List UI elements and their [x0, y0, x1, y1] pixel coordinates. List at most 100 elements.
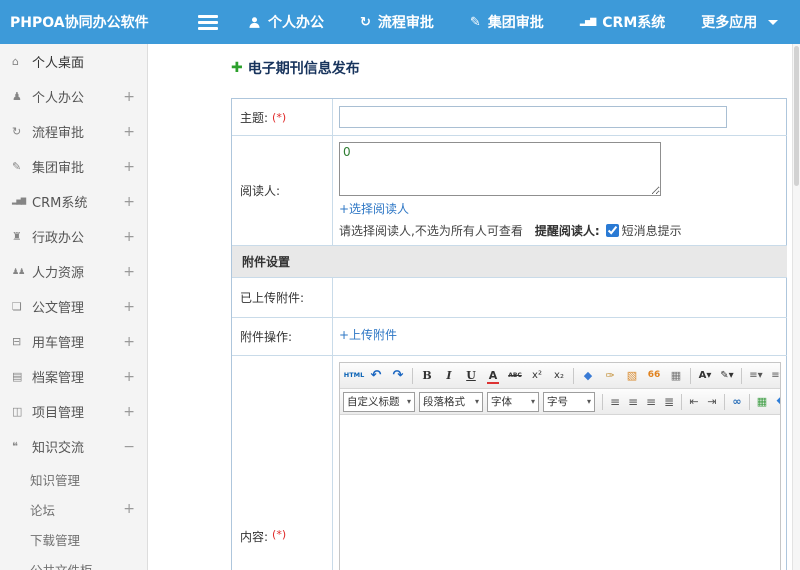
- font-size-select[interactable]: 字号 ▾: [543, 391, 595, 412]
- sidebar-item-public-file-cabinet[interactable]: 公共文件柜: [0, 554, 147, 570]
- flash-icon[interactable]: ◆: [771, 392, 780, 412]
- eraser-icon[interactable]: ◆: [578, 366, 598, 386]
- building-icon: ♜: [12, 230, 22, 243]
- bullet-list-icon[interactable]: ≡▾: [746, 366, 766, 386]
- text-color-dropdown-icon[interactable]: A▾: [695, 366, 715, 386]
- sidebar-item-process-approval[interactable]: ↻ 流程审批 +: [0, 114, 147, 149]
- bold-icon[interactable]: B: [417, 366, 437, 386]
- heading-style-select[interactable]: 自定义标题 ▾: [343, 391, 415, 412]
- outdent-icon[interactable]: ⇤: [685, 392, 703, 412]
- sidebar-item-human-resources[interactable]: ♟♟ 人力资源 +: [0, 254, 147, 289]
- expand-indicator[interactable]: +: [123, 89, 135, 105]
- expand-indicator[interactable]: +: [123, 124, 135, 140]
- readers-label: 阅读人:: [232, 135, 333, 245]
- pen-color-dropdown-icon[interactable]: ✎▾: [717, 366, 737, 386]
- redo-icon[interactable]: ↷: [388, 366, 408, 386]
- topnav-more-apps[interactable]: 更多应用: [701, 12, 779, 32]
- topnav-crm-system[interactable]: ▂▅▇ CRM系统: [580, 12, 665, 32]
- quote-icon[interactable]: 66: [644, 366, 664, 386]
- sidebar-item-knowledge-exchange[interactable]: ❝ 知识交流 −: [0, 429, 147, 464]
- strikethrough-icon[interactable]: ABC: [505, 366, 525, 386]
- chat-icon: ❝: [12, 440, 18, 453]
- align-right-icon[interactable]: ≡: [642, 392, 660, 412]
- expand-indicator[interactable]: +: [123, 159, 135, 175]
- sidebar-item-download-management[interactable]: 下载管理: [0, 524, 147, 554]
- frame-icon[interactable]: ▦: [666, 366, 686, 386]
- required-mark: (*): [272, 528, 287, 541]
- fill-color-icon[interactable]: ▧: [622, 366, 642, 386]
- readers-hint: 请选择阅读人,不选为所有人可查看: [339, 224, 523, 238]
- scrollbar-thumb[interactable]: [794, 46, 799, 186]
- sidebar-item-crm-system[interactable]: ▂▅▇ CRM系统 +: [0, 184, 147, 219]
- toolbar-separator: [690, 367, 691, 384]
- publish-form: 主题: (*) 阅读人: 0 +选择阅读人 请选择阅读人,不选为所有人可查看 提…: [231, 98, 787, 570]
- top-header: PHPOA协同办公软件 个人办公 ↻ 流程审批 ✎ 集团审批 ▂▅▇ CRM系统…: [0, 0, 800, 44]
- topnav-label: CRM系统: [602, 15, 666, 31]
- attachment-section-header: 附件设置: [232, 245, 787, 277]
- chart-icon: ▂▅▇: [579, 17, 597, 26]
- sidebar-item-forum[interactable]: 论坛 +: [0, 494, 147, 524]
- expand-indicator[interactable]: +: [123, 229, 135, 245]
- readers-textarea[interactable]: 0: [339, 142, 661, 196]
- toolbar-separator: [749, 393, 750, 410]
- expand-indicator[interactable]: +: [123, 501, 135, 517]
- sidebar-item-personal-office[interactable]: ♟ 个人办公 +: [0, 79, 147, 114]
- top-navigation: 个人办公 ↻ 流程审批 ✎ 集团审批 ▂▅▇ CRM系统 更多应用: [248, 12, 779, 32]
- document-icon: ❏: [12, 300, 22, 313]
- person-icon: ♟: [12, 90, 22, 103]
- align-left-icon[interactable]: ≡: [606, 392, 624, 412]
- indent-icon[interactable]: ⇥: [703, 392, 721, 412]
- toolbar-separator: [412, 367, 413, 384]
- html-source-icon[interactable]: HTML: [344, 366, 364, 386]
- sidebar: ⌂ 个人桌面 ♟ 个人办公 + ↻ 流程审批 + ✎ 集团审批 + ▂▅▇ CR…: [0, 44, 148, 570]
- underline-icon[interactable]: U: [461, 366, 481, 386]
- upload-attachment-link[interactable]: +上传附件: [339, 326, 397, 343]
- topnav-group-approval[interactable]: ✎ 集团审批: [470, 12, 544, 32]
- sidebar-submenu-knowledge: 知识管理 论坛 + 下载管理 公共文件柜: [0, 464, 147, 570]
- align-justify-icon[interactable]: ≣: [660, 392, 678, 412]
- expand-indicator[interactable]: +: [123, 404, 135, 420]
- italic-icon[interactable]: I: [439, 366, 459, 386]
- sidebar-item-admin-office[interactable]: ♜ 行政办公 +: [0, 219, 147, 254]
- paragraph-format-select[interactable]: 段落格式 ▾: [419, 391, 483, 412]
- uploaded-attachments-label: 已上传附件:: [232, 277, 333, 317]
- vertical-scrollbar[interactable]: [792, 44, 800, 570]
- sidebar-item-document-management[interactable]: ❏ 公文管理 +: [0, 289, 147, 324]
- desktop-icon: ⌂: [12, 55, 19, 68]
- editor-content[interactable]: [340, 415, 780, 570]
- numbered-list-icon[interactable]: ≡▾: [768, 366, 780, 386]
- sidebar-item-archive-management[interactable]: ▤ 档案管理 +: [0, 359, 147, 394]
- expand-indicator[interactable]: +: [123, 334, 135, 350]
- align-center-icon[interactable]: ≡: [624, 392, 642, 412]
- sidebar-item-vehicle-management[interactable]: ⊟ 用车管理 +: [0, 324, 147, 359]
- undo-icon[interactable]: ↶: [366, 366, 386, 386]
- attachment-action-cell: +上传附件: [333, 317, 787, 355]
- sidebar-item-group-approval[interactable]: ✎ 集团审批 +: [0, 149, 147, 184]
- sidebar-item-knowledge-management[interactable]: 知识管理: [0, 464, 147, 494]
- expand-indicator[interactable]: +: [123, 369, 135, 385]
- expand-indicator[interactable]: +: [123, 194, 135, 210]
- format-painter-icon[interactable]: ✑: [600, 366, 620, 386]
- people-icon: ♟♟: [12, 266, 25, 276]
- car-icon: ⊟: [12, 335, 22, 348]
- topnav-process-approval[interactable]: ↻ 流程审批: [360, 12, 434, 32]
- subscript-icon[interactable]: x₂: [549, 366, 569, 386]
- topnav-personal-office[interactable]: 个人办公: [248, 12, 324, 32]
- topnav-label: 集团审批: [487, 15, 544, 31]
- expand-indicator[interactable]: +: [123, 264, 135, 280]
- select-readers-link[interactable]: +选择阅读人: [339, 200, 409, 217]
- collapse-indicator[interactable]: −: [123, 439, 135, 455]
- font-family-select[interactable]: 字体 ▾: [487, 391, 539, 412]
- content-cell: HTML ↶ ↷ B I U A ABC x² x₂ ◆ ✑ ▧ 66 ▦ A▾…: [333, 355, 787, 570]
- subject-input[interactable]: [339, 106, 727, 128]
- font-color-icon[interactable]: A: [483, 365, 503, 386]
- chevron-down-icon: [768, 19, 779, 25]
- sidebar-item-personal-desktop[interactable]: ⌂ 个人桌面: [0, 44, 147, 79]
- menu-icon[interactable]: [198, 12, 218, 33]
- expand-indicator[interactable]: +: [123, 299, 135, 315]
- superscript-icon[interactable]: x²: [527, 366, 547, 386]
- sidebar-item-project-management[interactable]: ◫ 项目管理 +: [0, 394, 147, 429]
- sms-remind-checkbox[interactable]: [605, 224, 619, 237]
- image-icon[interactable]: ▦: [753, 392, 771, 412]
- link-icon[interactable]: ∞: [728, 392, 746, 412]
